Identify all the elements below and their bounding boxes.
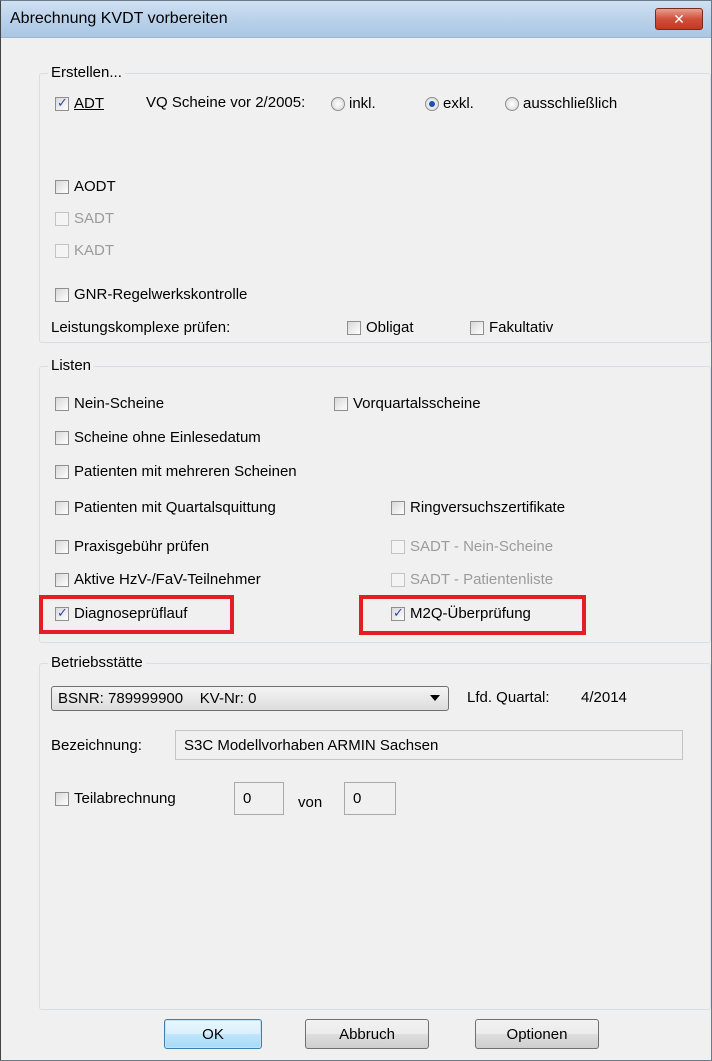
bsnr-select-value: BSNR: 789999900 KV-Nr: 0 <box>58 690 257 707</box>
checkbox-obligat[interactable]: Obligat <box>347 319 414 336</box>
checkbox-diagnose-box[interactable] <box>55 605 69 621</box>
checkbox-vorquartal[interactable]: Vorquartalsscheine <box>334 395 481 412</box>
checkbox-sadt-nein[interactable]: SADT - Nein-Scheine <box>391 538 553 555</box>
leistung-label: Leistungskomplexe prüfen: <box>51 319 231 336</box>
checkbox-teilabrechnung-label: Teilabrechnung <box>74 790 176 807</box>
bezeichnung-value: S3C Modellvorhaben ARMIN Sachsen <box>184 736 439 754</box>
abbruch-button-label: Abbruch <box>339 1025 395 1043</box>
checkbox-sadt-patient[interactable]: SADT - Patientenliste <box>391 571 553 588</box>
radio-inkl[interactable]: inkl. <box>331 95 376 112</box>
checkbox-aodt[interactable]: AODT <box>55 178 116 195</box>
group-erstellen-label: Erstellen... <box>48 64 125 81</box>
ok-button-label: OK <box>202 1025 224 1043</box>
checkbox-fakultativ-label: Fakultativ <box>489 319 554 336</box>
vq-label: VQ Scheine vor 2/2005: <box>146 94 306 111</box>
checkbox-praxis-label: Praxisgebühr prüfen <box>74 538 210 555</box>
checkbox-aodt-label: AODT <box>74 178 116 195</box>
bsnr-select[interactable]: BSNR: 789999900 KV-Nr: 0 <box>51 686 449 711</box>
abbruch-button[interactable]: Abbruch <box>305 1019 429 1049</box>
checkbox-sadt-box[interactable] <box>55 211 69 226</box>
radio-exkl-label: exkl. <box>443 95 474 112</box>
checkbox-m2q-label: M2Q-Überprüfung <box>410 605 531 622</box>
checkbox-adt[interactable]: ADT <box>55 95 104 112</box>
radio-inkl-label: inkl. <box>349 95 376 112</box>
checkbox-mehrere-label: Patienten mit mehreren Scheinen <box>74 463 297 480</box>
checkbox-sadt-patient-box[interactable] <box>391 572 405 587</box>
checkbox-adt-label: ADT <box>74 95 104 112</box>
checkbox-praxis[interactable]: Praxisgebühr prüfen <box>55 538 209 555</box>
checkbox-teilabrechnung[interactable]: Teilabrechnung <box>55 790 176 807</box>
close-button[interactable]: ✕ <box>655 8 703 30</box>
bezeichnung-label: Bezeichnung: <box>51 737 142 754</box>
checkbox-obligat-box[interactable] <box>347 320 361 335</box>
teil-to-value: 0 <box>353 790 362 807</box>
lfd-quartal-value: 4/2014 <box>581 689 627 706</box>
optionen-button[interactable]: Optionen <box>475 1019 599 1049</box>
checkbox-quittung[interactable]: Patienten mit Quartalsquittung <box>55 499 276 516</box>
checkbox-diagnose[interactable]: Diagnoseprüflauf <box>55 605 187 622</box>
radio-ausschliesslich[interactable]: ausschließlich <box>505 95 617 112</box>
checkbox-gnr[interactable]: GNR-Regelwerkskontrolle <box>55 286 247 303</box>
checkbox-sadt-nein-box[interactable] <box>391 539 405 554</box>
checkbox-hzv-label: Aktive HzV-/FaV-Teilnehmer <box>74 571 261 588</box>
checkbox-teilabrechnung-box[interactable] <box>55 791 69 806</box>
title-bar[interactable]: Abrechnung KVDT vorbereiten ✕ <box>1 1 711 38</box>
checkbox-fakultativ-box[interactable] <box>470 320 484 335</box>
checkbox-ring-box[interactable] <box>391 500 405 515</box>
checkbox-kadt[interactable]: KADT <box>55 242 114 259</box>
checkbox-mehrere-box[interactable] <box>55 464 69 479</box>
checkbox-vorquartal-label: Vorquartalsscheine <box>353 395 481 412</box>
checkbox-ohne-einlese-label: Scheine ohne Einlesedatum <box>74 429 261 446</box>
checkbox-ohne-einlese-box[interactable] <box>55 430 69 445</box>
checkbox-m2q[interactable]: M2Q-Überprüfung <box>391 605 531 622</box>
checkbox-hzv[interactable]: Aktive HzV-/FaV-Teilnehmer <box>55 571 261 588</box>
window-title: Abrechnung KVDT vorbereiten <box>10 10 228 27</box>
checkbox-diagnose-label: Diagnoseprüflauf <box>74 605 188 622</box>
checkbox-ring[interactable]: Ringversuchszertifikate <box>391 499 565 516</box>
close-icon: ✕ <box>673 11 685 27</box>
ok-button[interactable]: OK <box>164 1019 262 1049</box>
checkbox-sadt-nein-label: SADT - Nein-Scheine <box>410 538 554 555</box>
checkbox-gnr-box[interactable] <box>55 287 69 302</box>
checkbox-sadt-label: SADT <box>74 210 115 227</box>
checkbox-quittung-label: Patienten mit Quartalsquittung <box>74 499 276 516</box>
checkbox-sadt-patient-label: SADT - Patientenliste <box>410 571 554 588</box>
group-listen-label: Listen <box>48 357 95 374</box>
chevron-down-icon <box>430 695 440 701</box>
von-label: von <box>298 794 323 811</box>
checkbox-adt-box[interactable] <box>55 95 69 111</box>
checkbox-gnr-label: GNR-Regelwerkskontrolle <box>74 286 248 303</box>
checkbox-hzv-box[interactable] <box>55 572 69 587</box>
checkbox-kadt-box[interactable] <box>55 243 69 258</box>
radio-ausschliesslich-circle[interactable] <box>505 96 519 111</box>
radio-exkl-circle[interactable] <box>425 96 439 111</box>
checkbox-nein-scheine-label: Nein-Scheine <box>74 395 165 412</box>
checkbox-ring-label: Ringversuchszertifikate <box>410 499 566 516</box>
dialog-window: Abrechnung KVDT vorbereiten ✕ Erstellen.… <box>0 0 712 1061</box>
checkbox-quittung-box[interactable] <box>55 500 69 515</box>
checkbox-kadt-label: KADT <box>74 242 115 259</box>
radio-inkl-circle[interactable] <box>331 96 345 111</box>
lfd-quartal-label: Lfd. Quartal: <box>467 689 550 706</box>
checkbox-ohne-einlese[interactable]: Scheine ohne Einlesedatum <box>55 429 261 446</box>
checkbox-praxis-box[interactable] <box>55 539 69 554</box>
optionen-button-label: Optionen <box>506 1025 568 1043</box>
checkbox-sadt[interactable]: SADT <box>55 210 114 227</box>
bezeichnung-field[interactable]: S3C Modellvorhaben ARMIN Sachsen <box>175 730 683 760</box>
checkbox-mehrere[interactable]: Patienten mit mehreren Scheinen <box>55 463 297 480</box>
checkbox-obligat-label: Obligat <box>366 319 414 336</box>
checkbox-nein-scheine-box[interactable] <box>55 396 69 411</box>
radio-ausschliesslich-label: ausschließlich <box>523 95 618 112</box>
checkbox-m2q-box[interactable] <box>391 605 405 621</box>
group-betrieb: Betriebsstätte <box>39 654 711 1010</box>
checkbox-aodt-box[interactable] <box>55 179 69 194</box>
teil-from-value: 0 <box>243 790 252 807</box>
checkbox-nein-scheine[interactable]: Nein-Scheine <box>55 395 164 412</box>
checkbox-fakultativ[interactable]: Fakultativ <box>470 319 553 336</box>
teil-from-field[interactable]: 0 <box>234 782 284 815</box>
radio-exkl[interactable]: exkl. <box>425 95 474 112</box>
group-betrieb-label: Betriebsstätte <box>48 654 146 671</box>
teil-to-field[interactable]: 0 <box>344 782 396 815</box>
checkbox-vorquartal-box[interactable] <box>334 396 348 411</box>
